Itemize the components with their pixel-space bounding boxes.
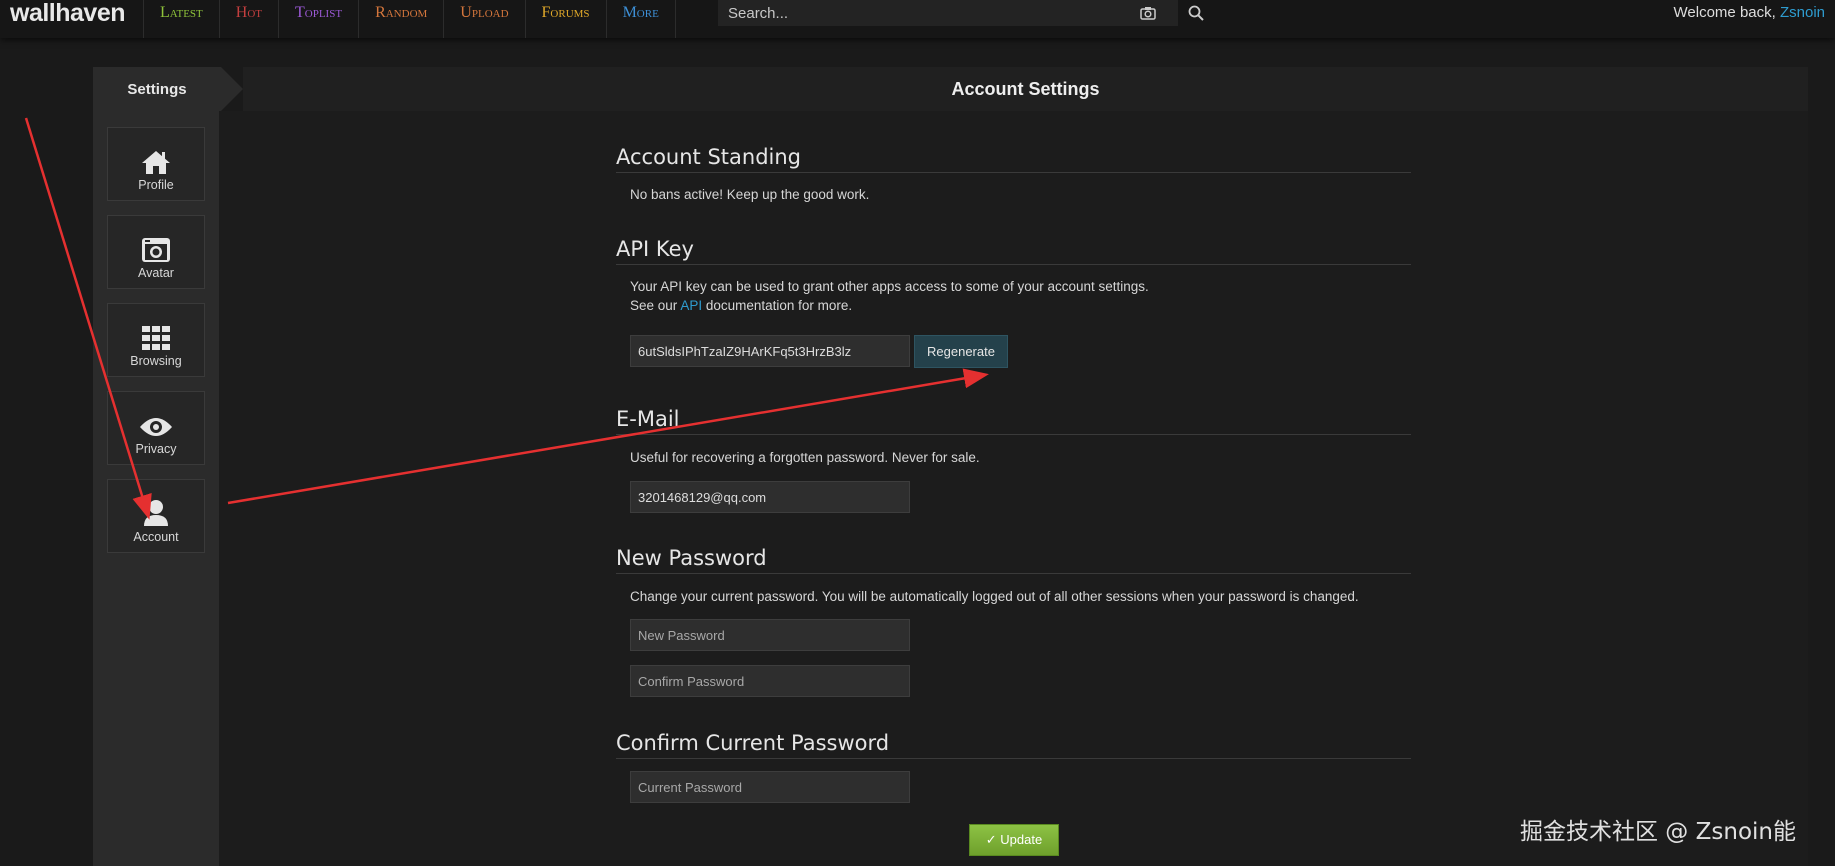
api-doc-suffix: documentation for more. bbox=[705, 298, 853, 313]
confirm-password-field[interactable] bbox=[630, 665, 910, 697]
site-logo[interactable]: wallhaven bbox=[0, 0, 143, 38]
nav-latest[interactable]: Latest bbox=[143, 0, 220, 38]
nav-hot[interactable]: Hot bbox=[220, 0, 279, 38]
eye-icon bbox=[140, 418, 172, 436]
settings-tab-title: Settings bbox=[93, 67, 243, 111]
api-description: Your API key can be used to grant other … bbox=[630, 279, 1149, 294]
api-doc-prefix: See our bbox=[630, 298, 678, 313]
section-heading-confirm-current-password: Confirm Current Password bbox=[616, 730, 1411, 759]
welcome-message: Welcome back, Zsnoin bbox=[1674, 4, 1825, 21]
sidebar-item-label: Account bbox=[133, 530, 179, 544]
api-key-field[interactable] bbox=[630, 335, 910, 367]
home-icon bbox=[142, 151, 170, 174]
section-heading-email: E-Mail bbox=[616, 406, 1411, 435]
nav-toplist[interactable]: Toplist bbox=[279, 0, 360, 38]
sidebar-item-avatar[interactable]: Avatar bbox=[107, 215, 205, 289]
api-doc-line: See our API documentation for more. bbox=[630, 296, 852, 315]
section-heading-api-key: API Key bbox=[616, 236, 1411, 265]
username-link[interactable]: Zsnoin bbox=[1780, 4, 1825, 21]
grid-icon bbox=[142, 326, 170, 350]
sidebar-item-label: Browsing bbox=[130, 354, 182, 368]
section-heading-new-password: New Password bbox=[616, 545, 1411, 574]
sidebar-item-account[interactable]: Account bbox=[107, 479, 205, 553]
camera-icon bbox=[142, 238, 170, 262]
new-password-description: Change your current password. You will b… bbox=[630, 589, 1359, 604]
email-field[interactable] bbox=[630, 481, 910, 513]
nav-upload[interactable]: Upload bbox=[444, 0, 526, 38]
regenerate-button[interactable]: Regenerate bbox=[914, 335, 1008, 368]
api-doc-link[interactable]: API bbox=[680, 298, 702, 313]
search-icon[interactable] bbox=[1185, 2, 1207, 24]
nav-forums[interactable]: Forums bbox=[526, 0, 607, 38]
sidebar-item-label: Avatar bbox=[138, 266, 174, 280]
top-navigation-bar: wallhaven Latest Hot Toplist Random Uplo… bbox=[0, 0, 1835, 38]
nav-random[interactable]: Random bbox=[359, 0, 445, 38]
section-heading-account-standing: Account Standing bbox=[616, 144, 1411, 173]
email-description: Useful for recovering a forgotten passwo… bbox=[630, 450, 980, 465]
user-icon bbox=[144, 500, 168, 526]
camera-search-icon[interactable] bbox=[1138, 3, 1158, 23]
search-box bbox=[718, 0, 1178, 26]
sidebar-item-label: Privacy bbox=[135, 442, 177, 456]
account-standing-text: No bans active! Keep up the good work. bbox=[630, 187, 870, 202]
search-input[interactable] bbox=[718, 1, 1138, 25]
settings-sidebar: Profile Avatar Browsing Privacy Account bbox=[93, 111, 219, 866]
watermark: 掘金技术社区 @ Zsnoin能 bbox=[1520, 819, 1796, 845]
nav-more[interactable]: More bbox=[607, 0, 676, 38]
welcome-text: Welcome back, bbox=[1673, 4, 1776, 21]
sidebar-item-label: Profile bbox=[138, 178, 174, 192]
main-nav: Latest Hot Toplist Random Upload Forums … bbox=[143, 0, 676, 38]
current-password-field[interactable] bbox=[630, 771, 910, 803]
update-button[interactable]: ✓ Update bbox=[969, 824, 1059, 856]
new-password-field[interactable] bbox=[630, 619, 910, 651]
sidebar-item-browsing[interactable]: Browsing bbox=[107, 303, 205, 377]
sidebar-item-profile[interactable]: Profile bbox=[107, 127, 205, 201]
page-title: Account Settings bbox=[243, 67, 1808, 111]
sidebar-item-privacy[interactable]: Privacy bbox=[107, 391, 205, 465]
